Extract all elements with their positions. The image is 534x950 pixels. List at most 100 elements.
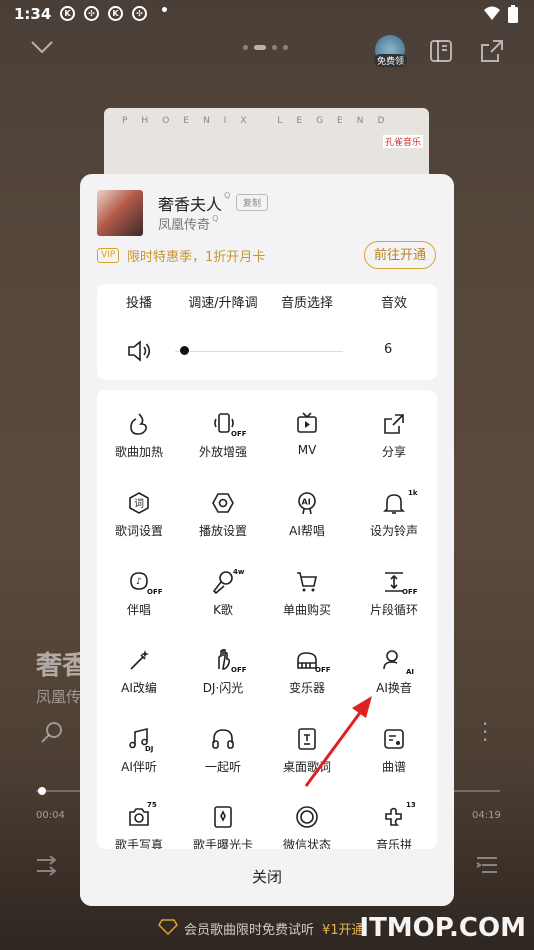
feature-karaoke-mic[interactable]: 4w K歌: [181, 568, 265, 640]
app-k-icon: K: [108, 6, 123, 21]
app-k-icon: K: [60, 6, 75, 21]
status-bar: 1:34 K ✣ K ✣ •: [0, 0, 534, 28]
feature-dj-hand[interactable]: OFF DJ·闪光: [181, 648, 265, 718]
feature-card[interactable]: 歌手曝光卡: [181, 805, 265, 849]
feature-label: 分享: [381, 445, 406, 459]
copy-button[interactable]: 复制: [236, 194, 269, 211]
feature-label: AI帮唱: [289, 524, 325, 538]
feature-wechat-status[interactable]: 微信状态: [265, 805, 349, 849]
wifi-icon: [484, 6, 500, 20]
volume-icon: [128, 340, 151, 362]
feature-music-note[interactable]: DJ AI伴听: [97, 727, 181, 797]
quality-button[interactable]: 音质选择: [267, 292, 347, 311]
battery-icon: [508, 5, 518, 23]
avatar-badge: 免费领: [374, 54, 408, 67]
feature-photo[interactable]: 75 歌手写真: [97, 801, 181, 849]
feature-label: 片段循环: [369, 603, 418, 617]
puzzle-icon: [385, 807, 402, 826]
close-button[interactable]: 关闭: [80, 849, 454, 906]
song-thumbnail: [97, 190, 143, 236]
promo-cta[interactable]: ¥1开通: [322, 919, 365, 938]
lyrics-icon: 词: [129, 492, 149, 514]
feature-label: 歌手写真: [114, 838, 163, 849]
feature-label: 歌手曝光卡: [192, 838, 253, 849]
app-pinwheel-icon: ✣: [132, 6, 147, 21]
cast-button[interactable]: 投播: [99, 292, 179, 311]
cover-text: PHOENIX LEGEND: [122, 116, 399, 126]
watermark: ITMOP.COM: [359, 913, 526, 943]
feature-bell[interactable]: 1k 设为铃声: [352, 489, 436, 561]
feature-ai-mic[interactable]: AI AI帮唱: [265, 491, 349, 561]
volume-slider[interactable]: [175, 351, 343, 352]
feature-tag: 75: [147, 801, 157, 809]
feature-label: 歌词设置: [114, 524, 163, 538]
magic-wand-icon: [130, 650, 149, 670]
vip-open-button[interactable]: 前往开通: [364, 241, 436, 269]
sound-effect-button[interactable]: 音效: [354, 292, 434, 311]
feature-label: 播放设置: [198, 524, 247, 538]
bell-icon: [383, 494, 405, 514]
card-icon: [214, 806, 232, 828]
feature-share[interactable]: 分享: [352, 412, 436, 482]
collapse-chevron-icon[interactable]: [30, 40, 54, 54]
diamond-icon: [158, 919, 178, 935]
feature-phone-speaker[interactable]: OFF 外放增强: [181, 412, 265, 482]
feature-tag: OFF: [402, 588, 418, 596]
feature-label: AI改编: [121, 681, 157, 695]
feature-tag: 4w: [233, 568, 245, 576]
feature-label: 一起听: [204, 760, 241, 774]
speed-pitch-button[interactable]: 调速/升降调: [183, 292, 263, 311]
more-dots-icon[interactable]: · · ·: [482, 714, 488, 750]
feature-label: 单曲购买: [282, 603, 331, 617]
feature-tag: OFF: [147, 588, 163, 596]
feature-lyrics[interactable]: 词歌词设置: [97, 491, 181, 561]
time-current: 00:04: [36, 810, 65, 821]
vip-badge: VIP: [97, 248, 120, 263]
feature-cart[interactable]: 单曲购买: [265, 570, 349, 640]
tv-icon: [297, 412, 317, 433]
feature-tag: OFF: [231, 430, 247, 438]
feature-puzzle[interactable]: 13 音乐拼: [352, 801, 436, 849]
headphones-icon: [212, 729, 234, 749]
feature-flame[interactable]: 歌曲加热: [97, 412, 181, 482]
svg-text:♪: ♪: [136, 577, 142, 587]
feature-magic-wand[interactable]: AI改编: [97, 648, 181, 718]
feature-label: 微信状态: [282, 838, 331, 849]
wechat-status-icon: [296, 806, 318, 828]
sheet-song-artist[interactable]: 凤凰传奇 Q: [158, 214, 218, 233]
quick-settings-card: 投播 调速/升降调 音质选择 音效 6: [97, 284, 437, 380]
volume-knob[interactable]: [180, 346, 190, 355]
karaoke-mic-icon: [212, 571, 233, 594]
feature-segment-loop[interactable]: OFF 片段循环: [352, 570, 436, 640]
feature-tag: 13: [406, 801, 416, 809]
feature-label: AI伴听: [121, 760, 157, 774]
shuffle-icon[interactable]: [36, 856, 60, 876]
feature-tag: DJ: [145, 745, 154, 753]
feature-hexagon[interactable]: 播放设置: [181, 491, 265, 561]
svg-text:词: 词: [134, 498, 144, 510]
search-q-icon: Q: [212, 214, 219, 223]
app-pinwheel-icon: ✣: [84, 6, 99, 21]
ai-voice-icon: [383, 650, 398, 670]
flame-icon: [130, 413, 147, 435]
feature-tv[interactable]: MV: [265, 412, 349, 482]
sheet-song-title[interactable]: 奢香夫人 Q: [158, 191, 230, 215]
book-icon[interactable]: [430, 40, 452, 62]
progress-knob[interactable]: [38, 787, 46, 795]
playlist-icon[interactable]: [476, 856, 498, 876]
feature-label: 外放增强: [198, 445, 247, 459]
feature-accompany[interactable]: ♪ OFF 伴唱: [97, 570, 181, 640]
share-icon: [384, 414, 404, 434]
volume-value: 6: [384, 342, 393, 357]
feature-headphones[interactable]: 一起听: [181, 727, 265, 797]
feature-label: 歌曲加热: [114, 445, 163, 459]
feature-label: 设为铃声: [369, 524, 418, 538]
ai-mic-icon: AI: [298, 492, 316, 515]
mic-search-icon[interactable]: [40, 720, 64, 744]
score-icon: [384, 729, 404, 749]
feature-grid: 歌曲加热 OFF 外放增强 MV 分享词歌词设置 播放设置 AI AI帮唱 1k 设为铃声 ♪ OFF…: [97, 390, 437, 849]
vip-promo-text: 限时特惠季，1折开月卡: [127, 250, 266, 265]
share-out-icon[interactable]: [481, 40, 503, 62]
svg-text:AI: AI: [302, 498, 311, 507]
page-indicator: [243, 45, 293, 51]
